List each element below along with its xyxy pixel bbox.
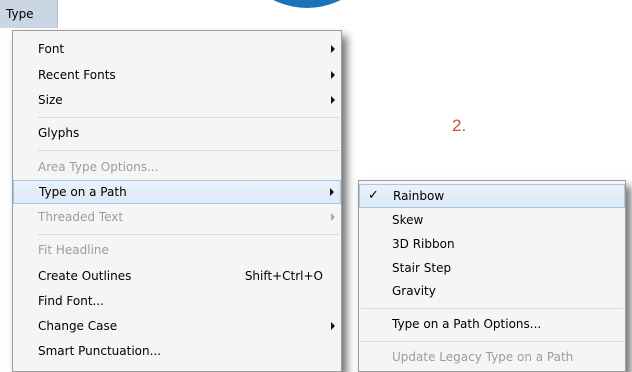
submenu-arrow-icon (331, 45, 335, 53)
menu-item-label: Type on a Path Options... (392, 317, 542, 331)
menu-item-label: Glyphs (38, 126, 80, 140)
type-menu: Font Recent Fonts Size Glyphs Area Type … (12, 30, 342, 372)
submenu-item-3d-ribbon[interactable]: 3D Ribbon (359, 232, 625, 256)
menu-item-area-type-options[interactable]: Area Type Options... (13, 155, 341, 179)
menu-item-label: Update Legacy Type on a Path (392, 350, 574, 364)
submenu-arrow-icon (331, 322, 335, 330)
submenu-item-options[interactable]: Type on a Path Options... (359, 312, 625, 336)
menu-separator (38, 150, 339, 151)
menu-separator (38, 117, 339, 118)
submenu-arrow-icon (330, 188, 334, 196)
submenu-item-stair-step[interactable]: Stair Step (359, 256, 625, 280)
menu-item-label: Recent Fonts (38, 68, 116, 82)
menu-item-find-font[interactable]: Find Font... (13, 289, 341, 313)
menu-item-label: Fit Headline (38, 243, 109, 257)
shortcut-label: Shift+Ctrl+O (244, 269, 323, 283)
menu-item-type-on-a-path[interactable]: Type on a Path (13, 180, 341, 204)
step-number: 2. (452, 116, 467, 135)
menu-item-label: Smart Punctuation... (38, 344, 162, 358)
menu-item-label: Find Font... (38, 294, 104, 308)
menu-item-label: Type on a Path (39, 185, 127, 199)
menu-item-change-case[interactable]: Change Case (13, 314, 341, 338)
menu-item-label: Gravity (392, 284, 436, 298)
submenu-arrow-icon (331, 213, 335, 221)
submenu-item-update-legacy[interactable]: Update Legacy Type on a Path (359, 345, 625, 369)
menu-item-create-outlines[interactable]: Create Outlines Shift+Ctrl+O (13, 264, 341, 288)
submenu-arrow-icon (331, 96, 335, 104)
menu-item-label: Rainbow (393, 189, 445, 203)
menu-item-label: Threaded Text (38, 210, 124, 224)
menu-item-smart-punctuation[interactable]: Smart Punctuation... (13, 339, 341, 363)
submenu-item-gravity[interactable]: Gravity (359, 279, 625, 303)
menu-item-label: Change Case (38, 319, 118, 333)
menu-item-label: Font (38, 42, 65, 56)
type-on-a-path-submenu: ✓ Rainbow Skew 3D Ribbon Stair Step Grav… (358, 180, 626, 372)
menu-item-label: Skew (392, 213, 424, 227)
menu-item-size[interactable]: Size (13, 88, 341, 112)
menu-item-label: 3D Ribbon (392, 237, 455, 251)
menubar: Type (0, 0, 632, 28)
menu-item-label: Create Outlines (38, 269, 132, 283)
submenu-item-rainbow[interactable]: ✓ Rainbow (359, 184, 625, 208)
check-mark-icon: ✓ (368, 188, 379, 203)
menu-separator (361, 308, 623, 309)
menu-item-font[interactable]: Font (13, 37, 341, 61)
menu-item-label: Size (38, 93, 63, 107)
menubar-type[interactable]: Type (0, 0, 58, 28)
submenu-arrow-icon (331, 71, 335, 79)
menu-separator (361, 341, 623, 342)
menu-item-label: Area Type Options... (38, 160, 159, 174)
menu-item-glyphs[interactable]: Glyphs (13, 121, 341, 145)
menu-item-threaded-text[interactable]: Threaded Text (13, 205, 341, 229)
menu-item-recent-fonts[interactable]: Recent Fonts (13, 63, 341, 87)
menu-separator (38, 234, 339, 235)
menu-item-label: Stair Step (392, 261, 452, 275)
menu-item-fit-headline[interactable]: Fit Headline (13, 238, 341, 262)
submenu-item-skew[interactable]: Skew (359, 208, 625, 232)
